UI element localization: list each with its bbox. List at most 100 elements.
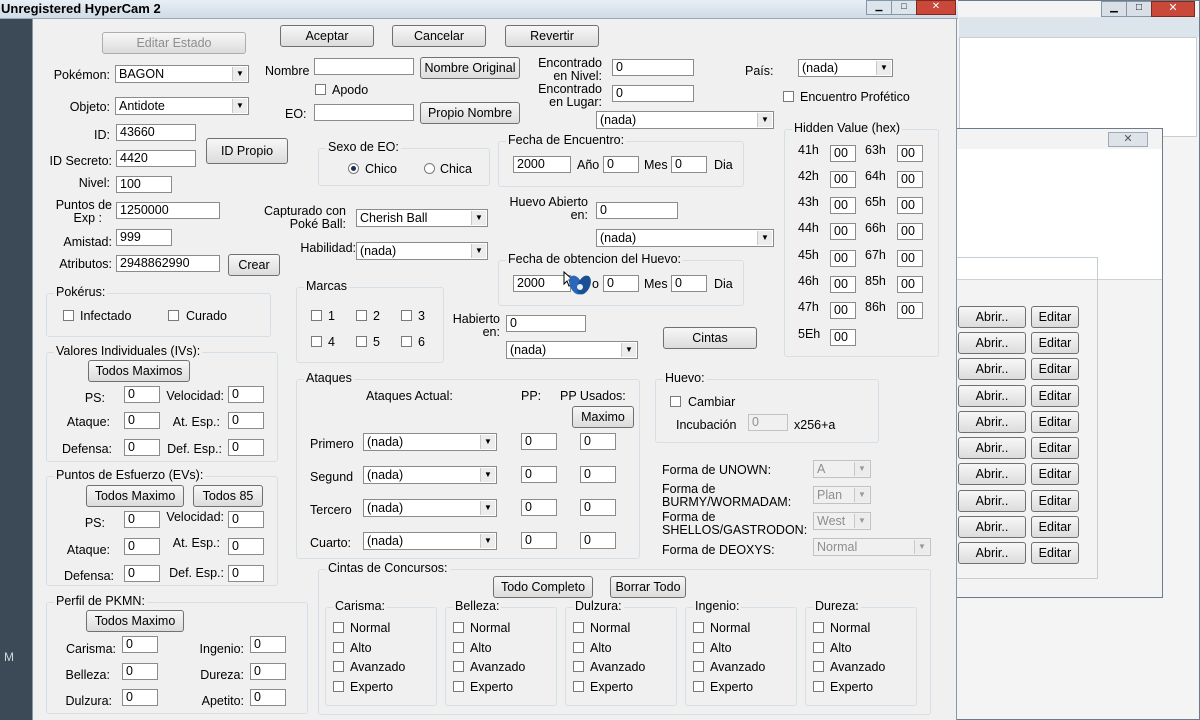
objeto-select[interactable]: Antidote ▼ xyxy=(115,97,249,115)
cintas-button[interactable]: Cintas xyxy=(663,327,757,349)
iv-at-esp-field[interactable]: 0 xyxy=(228,412,264,429)
editar-button[interactable]: Editar xyxy=(1031,306,1079,328)
contest-checkbox[interactable] xyxy=(693,681,704,692)
nombre-original-button[interactable]: Nombre Original xyxy=(420,57,520,79)
dulzura-field[interactable]: 0 xyxy=(122,689,158,706)
poke-ball-select[interactable]: Cherish Ball ▼ xyxy=(356,209,488,227)
ataque-select[interactable]: (nada) ▼ xyxy=(363,466,497,484)
abrir-button[interactable]: Abrir.. xyxy=(958,542,1026,564)
marca-checkbox[interactable] xyxy=(356,336,367,347)
marca-checkbox[interactable] xyxy=(401,336,412,347)
contest-checkbox[interactable] xyxy=(573,661,584,672)
evs-todos-85-button[interactable]: Todos 85 xyxy=(193,485,263,507)
id-field[interactable]: 43660 xyxy=(116,124,196,141)
abrir-button[interactable]: Abrir.. xyxy=(958,411,1026,433)
ev-ps-field[interactable]: 0 xyxy=(124,511,160,528)
belleza-field[interactable]: 0 xyxy=(122,663,158,680)
contest-checkbox[interactable] xyxy=(693,622,704,633)
exp-field[interactable]: 1250000 xyxy=(116,202,220,219)
contest-checkbox[interactable] xyxy=(813,622,824,633)
editar-button[interactable]: Editar xyxy=(1031,385,1079,407)
atributos-field[interactable]: 2948862990 xyxy=(116,255,220,272)
editar-button[interactable]: Editar xyxy=(1031,463,1079,485)
propio-nombre-button[interactable]: Propio Nombre xyxy=(420,102,520,124)
borrar-todo-button[interactable]: Borrar Todo xyxy=(610,576,686,598)
hidden-field[interactable]: 00 xyxy=(897,145,923,162)
ataque-select[interactable]: (nada) ▼ xyxy=(363,499,497,517)
forma-shellos-select[interactable]: West ▼ xyxy=(813,512,871,530)
minimize-icon[interactable]: ▁ xyxy=(866,0,892,15)
fecha-encuentro-year[interactable]: 2000 xyxy=(513,156,571,173)
chico-radio[interactable] xyxy=(348,163,359,174)
ev-velocidad-field[interactable]: 0 xyxy=(228,511,264,528)
pais-select[interactable]: (nada) ▼ xyxy=(798,59,893,77)
contest-checkbox[interactable] xyxy=(573,681,584,692)
forma-deoxys-select[interactable]: Normal ▼ xyxy=(813,538,931,556)
close-button[interactable]: ✕ xyxy=(1151,1,1195,17)
nivel-field[interactable]: 100 xyxy=(116,176,172,193)
editar-estado-button[interactable]: Editar Estado xyxy=(102,32,246,54)
contest-checkbox[interactable] xyxy=(813,642,824,653)
marca-checkbox[interactable] xyxy=(401,310,412,321)
chica-radio[interactable] xyxy=(424,163,435,174)
hidden-field[interactable]: 00 xyxy=(897,171,923,188)
revertir-button[interactable]: Revertir xyxy=(505,25,599,47)
carisma-field[interactable]: 0 xyxy=(122,636,158,653)
hidden-field[interactable]: 00 xyxy=(830,302,856,319)
marca-checkbox[interactable] xyxy=(311,310,322,321)
hidden-field[interactable]: 00 xyxy=(830,223,856,240)
pp-field[interactable]: 0 xyxy=(521,466,557,483)
encuentro-profetico-checkbox[interactable] xyxy=(783,91,794,102)
fecha-encuentro-month[interactable]: 0 xyxy=(603,156,639,173)
iv-ataque-field[interactable]: 0 xyxy=(124,412,160,429)
pp-usados-field[interactable]: 0 xyxy=(580,433,616,450)
encontrado-nivel-field[interactable]: 0 xyxy=(612,59,694,76)
huevo-abierto-field[interactable]: 0 xyxy=(596,202,678,219)
curado-checkbox[interactable] xyxy=(168,310,179,321)
cancelar-button[interactable]: Cancelar xyxy=(392,25,486,47)
maximize-icon[interactable]: □ xyxy=(891,0,917,15)
contest-checkbox[interactable] xyxy=(453,622,464,633)
editar-button[interactable]: Editar xyxy=(1031,437,1079,459)
ev-def-esp-field[interactable]: 0 xyxy=(228,565,264,582)
apetito-field[interactable]: 0 xyxy=(250,689,286,706)
iv-defensa-field[interactable]: 0 xyxy=(124,439,160,456)
abrir-button[interactable]: Abrir.. xyxy=(958,437,1026,459)
id-secreto-field[interactable]: 4420 xyxy=(116,150,196,167)
maximo-button[interactable]: Maximo xyxy=(572,406,634,428)
hidden-field[interactable]: 00 xyxy=(830,276,856,293)
hidden-field[interactable]: 00 xyxy=(830,145,856,162)
dureza-field[interactable]: 0 xyxy=(250,663,286,680)
amistad-field[interactable]: 999 xyxy=(116,229,172,246)
hidden-field[interactable]: 00 xyxy=(830,329,856,346)
hidden-field[interactable]: 00 xyxy=(830,171,856,188)
contest-checkbox[interactable] xyxy=(453,661,464,672)
eo-field[interactable] xyxy=(314,104,414,121)
editar-button[interactable]: Editar xyxy=(1031,332,1079,354)
abrir-button[interactable]: Abrir.. xyxy=(958,306,1026,328)
cambiar-checkbox[interactable] xyxy=(670,396,681,407)
ataque-select[interactable]: (nada) ▼ xyxy=(363,433,497,451)
fecha-huevo-month[interactable]: 0 xyxy=(603,275,639,292)
pp-field[interactable]: 0 xyxy=(521,499,557,516)
forma-burmy-select[interactable]: Plan ▼ xyxy=(813,486,871,504)
abrir-button[interactable]: Abrir.. xyxy=(958,490,1026,512)
apodo-checkbox[interactable] xyxy=(315,84,326,95)
aceptar-button[interactable]: Aceptar xyxy=(280,25,374,47)
contest-checkbox[interactable] xyxy=(573,622,584,633)
editar-button[interactable]: Editar xyxy=(1031,490,1079,512)
editar-button[interactable]: Editar xyxy=(1031,542,1079,564)
infectado-checkbox[interactable] xyxy=(63,310,74,321)
contest-checkbox[interactable] xyxy=(333,661,344,672)
ivs-todos-maximos-button[interactable]: Todos Maximos xyxy=(88,360,190,382)
contest-checkbox[interactable] xyxy=(333,681,344,692)
ev-at-esp-field[interactable]: 0 xyxy=(228,538,264,555)
contest-checkbox[interactable] xyxy=(813,661,824,672)
marca-checkbox[interactable] xyxy=(311,336,322,347)
contest-checkbox[interactable] xyxy=(573,642,584,653)
incubacion-field[interactable]: 0 xyxy=(748,414,788,431)
ataque-select[interactable]: (nada) ▼ xyxy=(363,532,497,550)
contest-checkbox[interactable] xyxy=(453,681,464,692)
contest-checkbox[interactable] xyxy=(813,681,824,692)
ingenio-field[interactable]: 0 xyxy=(250,636,286,653)
